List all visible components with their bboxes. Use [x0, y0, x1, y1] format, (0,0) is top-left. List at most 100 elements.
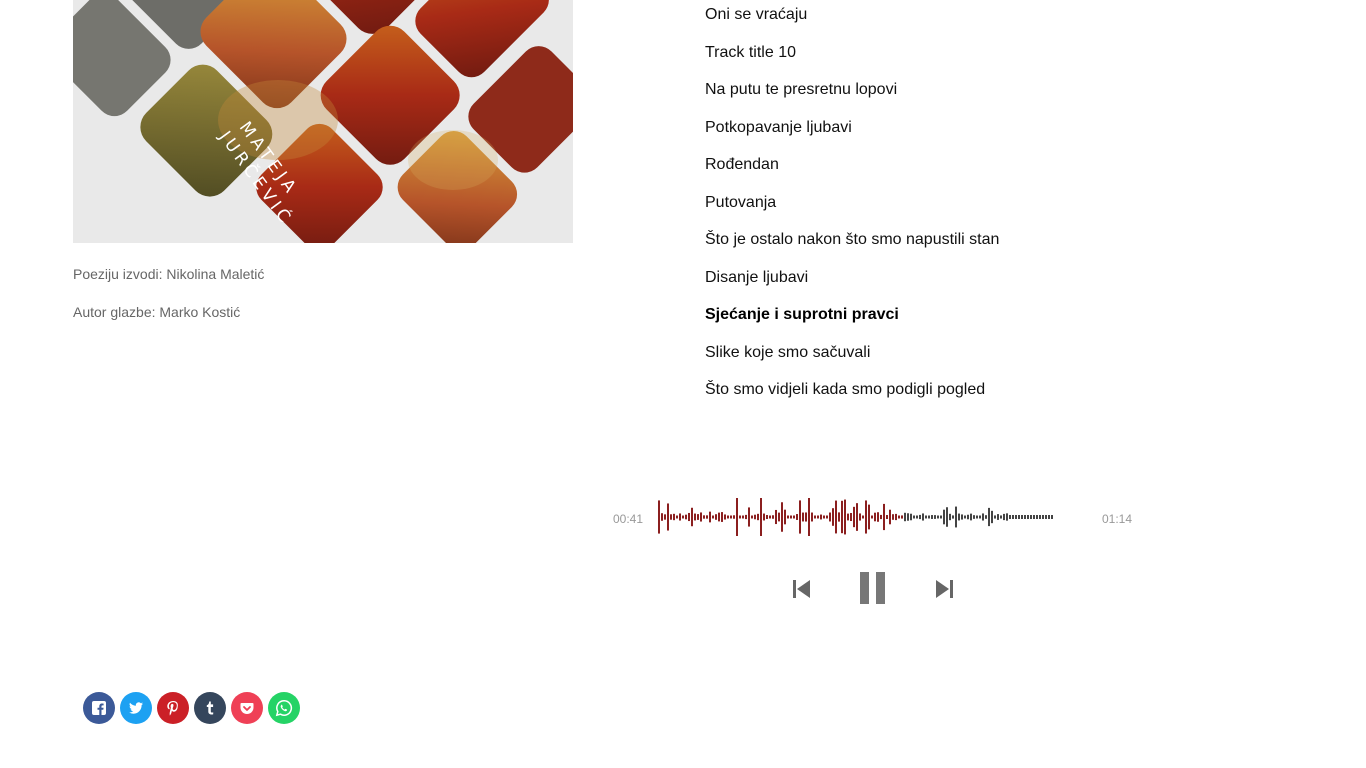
pinterest-icon	[167, 701, 178, 716]
whatsapp-icon	[275, 700, 293, 717]
share-tumblr-button[interactable]	[194, 692, 226, 724]
track-item[interactable]: Potkopavanje ljubavi	[705, 119, 852, 137]
waveform-bar	[1018, 515, 1020, 519]
waveform-bar	[664, 514, 666, 520]
track-item[interactable]: Disanje ljubavi	[705, 269, 808, 287]
waveform-bar	[670, 514, 672, 520]
waveform-bar	[904, 512, 906, 522]
share-whatsapp-button[interactable]	[268, 692, 300, 724]
waveform-bar	[994, 515, 996, 519]
waveform-bar	[661, 513, 663, 521]
waveform-bar	[970, 513, 972, 521]
waveform-seekbar[interactable]	[658, 494, 1056, 540]
track-item[interactable]: Oni se vraćaju	[705, 6, 807, 24]
waveform-bar	[1009, 515, 1011, 519]
waveform-bar	[913, 515, 915, 519]
waveform-bar	[838, 512, 840, 522]
pause-button[interactable]	[858, 570, 888, 606]
waveform-bar	[757, 513, 759, 521]
previous-button[interactable]	[790, 578, 814, 600]
waveform-bar	[1012, 515, 1014, 519]
waveform-bar	[742, 515, 744, 519]
waveform-bar	[814, 515, 816, 519]
share-pinterest-button[interactable]	[157, 692, 189, 724]
waveform-bar	[949, 513, 951, 521]
waveform-bar	[871, 515, 873, 519]
cover-artwork	[73, 0, 573, 243]
track-item[interactable]: Track title 10	[705, 44, 796, 62]
waveform-bar	[781, 502, 783, 532]
waveform-bar	[988, 507, 990, 527]
credit-poetry: Poeziju izvodi: Nikolina Maletić	[73, 266, 265, 282]
waveform-bar	[1015, 515, 1017, 519]
share-bar	[83, 692, 300, 724]
waveform-bar	[739, 515, 741, 519]
waveform-bar	[919, 514, 921, 520]
waveform-bar	[955, 506, 957, 528]
waveform-bar	[943, 509, 945, 525]
waveform-bar	[799, 500, 801, 534]
waveform-bar	[907, 513, 909, 521]
waveform-bar	[844, 499, 846, 535]
track-item[interactable]: Što smo vidjeli kada smo podigli pogled	[705, 381, 985, 399]
waveform-bar	[685, 514, 687, 520]
next-button[interactable]	[932, 578, 956, 600]
tumblr-icon	[206, 701, 214, 715]
duration-time: 01:14	[1102, 512, 1133, 526]
waveform-bar	[745, 514, 747, 520]
track-item-active[interactable]: Sjećanje i suprotni pravci	[705, 306, 899, 324]
waveform-bar	[892, 514, 894, 520]
waveform-bar	[1051, 515, 1053, 519]
waveform-bar	[709, 511, 711, 523]
share-twitter-button[interactable]	[120, 692, 152, 724]
waveform-bar	[817, 515, 819, 519]
waveform-bar	[829, 512, 831, 522]
waveform-bar	[847, 513, 849, 521]
waveform-bar	[952, 515, 954, 519]
share-facebook-button[interactable]	[83, 692, 115, 724]
waveform-bar	[688, 512, 690, 522]
waveform-bar	[802, 512, 804, 522]
waveform-bar	[991, 510, 993, 524]
track-item[interactable]: Rođendan	[705, 156, 779, 174]
waveform-bar	[979, 515, 981, 519]
waveform-bar	[1030, 515, 1032, 519]
waveform-bar	[856, 503, 858, 531]
waveform-bar	[946, 507, 948, 527]
waveform-bar	[928, 515, 930, 519]
waveform-bar	[889, 509, 891, 525]
waveform-bar	[700, 512, 702, 522]
waveform-bar	[895, 513, 897, 521]
previous-icon	[793, 580, 810, 598]
waveform-bar	[787, 515, 789, 519]
waveform-bar	[1000, 515, 1002, 519]
track-item[interactable]: Što je ostalo nakon što smo napustili st…	[705, 231, 999, 249]
waveform-bar	[853, 506, 855, 528]
waveform-bar	[811, 512, 813, 522]
waveform-bar	[823, 515, 825, 519]
track-item[interactable]: Na putu te presretnu lopovi	[705, 81, 897, 99]
waveform-bar	[961, 514, 963, 520]
waveform-bar	[706, 515, 708, 519]
waveform-bar	[925, 515, 927, 519]
waveform-bar	[922, 513, 924, 521]
waveform-bar	[877, 512, 879, 522]
waveform-bar	[835, 500, 837, 534]
track-item[interactable]: Putovanja	[705, 194, 776, 212]
waveform-bar	[850, 512, 852, 522]
waveform-bar	[676, 515, 678, 519]
share-pocket-button[interactable]	[231, 692, 263, 724]
waveform-bar	[712, 515, 714, 519]
track-item[interactable]: Slike koje smo sačuvali	[705, 344, 870, 362]
waveform-bar	[934, 515, 936, 519]
waveform-bar	[754, 514, 756, 520]
waveform-bar	[730, 515, 732, 519]
waveform-bar	[778, 512, 780, 522]
waveform-bar	[865, 500, 867, 534]
waveform-bar	[1021, 515, 1023, 519]
waveform-bar	[910, 513, 912, 521]
current-time: 00:41	[613, 512, 644, 526]
waveform-bar	[748, 507, 750, 527]
waveform-bar	[733, 515, 735, 519]
credit-music: Autor glazbe: Marko Kostić	[73, 304, 241, 320]
